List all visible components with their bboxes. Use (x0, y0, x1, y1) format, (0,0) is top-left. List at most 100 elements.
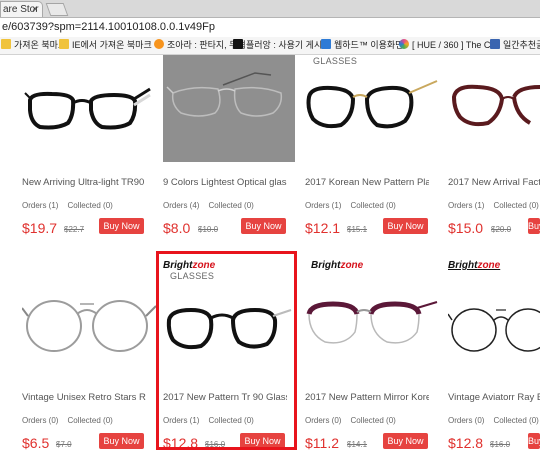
product-price: $11.2 (305, 435, 339, 451)
tab-strip: are Stor × (0, 0, 540, 18)
product-image[interactable] (21, 270, 158, 377)
product-stats: Orders (4) Collected (0) (163, 201, 254, 210)
orders-count: Orders (4) (163, 201, 200, 210)
bookmark-item[interactable]: 가져온 북마크 (1, 39, 66, 52)
collected-count: Collected (0) (493, 416, 539, 425)
bookmark-label: 웹하드™ 이용화면 (334, 40, 404, 50)
product-card[interactable]: 9 Colors Lightest Optical glasses Orders… (163, 55, 299, 250)
glasses-image (306, 301, 438, 344)
original-price: $15.1 (347, 225, 368, 234)
orders-count: Orders (1) (305, 201, 342, 210)
product-image[interactable] (22, 55, 158, 162)
buy-now-button[interactable]: Buy Now (528, 433, 540, 449)
chart-icon (321, 39, 331, 49)
product-price: $8.0 (163, 220, 191, 236)
docs-icon (490, 39, 500, 49)
original-price: $20.0 (491, 225, 512, 234)
product-price: $19.7 (22, 220, 58, 236)
product-title[interactable]: 9 Colors Lightest Optical glasses (163, 177, 287, 188)
url-text: e/603739?spm=2114.10010108.0.0.1v49Fp (2, 21, 215, 33)
joara-icon (154, 39, 164, 49)
product-price: $12.8 (448, 435, 484, 451)
buy-now-button[interactable]: Buy Now (241, 218, 286, 234)
orders-count: Orders (0) (305, 416, 342, 425)
bookmark-item[interactable]: IE에서 가져온 북마크 (59, 39, 152, 52)
product-image[interactable]: GLASSES (305, 55, 441, 162)
original-price: $7.0 (56, 440, 72, 449)
bookmark-item[interactable]: 일간추천글 - (490, 39, 540, 52)
orders-count: Orders (0) (22, 416, 59, 425)
product-card[interactable]: 2017 New Arrival Factory Orders (1) Colle… (448, 55, 540, 250)
bookmark-item[interactable]: 플러앙 : 사용기 게시 (233, 39, 322, 52)
product-grid: New Arriving Ultra-light TR90 New Orders… (0, 55, 540, 467)
brand-name-accent: zone (340, 260, 364, 271)
product-price: $6.5 (22, 435, 50, 451)
collected-count: Collected (0) (67, 201, 113, 210)
product-image[interactable]: Brightzone (305, 260, 441, 377)
color-wheel-icon (399, 39, 409, 49)
brand-name-accent: zone (477, 260, 501, 271)
glasses-image (21, 300, 157, 352)
product-card[interactable]: New Arriving Ultra-light TR90 New Orders… (22, 55, 158, 250)
product-title[interactable]: 2017 Korean New Pattern Plain G (305, 177, 429, 188)
collected-count: Collected (0) (350, 201, 396, 210)
bookmark-item[interactable]: 웹하드™ 이용화면 (321, 39, 403, 52)
glasses-image (451, 84, 540, 127)
product-title[interactable]: Vintage Unisex Retro Stars Round (22, 392, 146, 403)
product-image[interactable] (448, 55, 540, 162)
buy-now-button[interactable]: Buy Now (99, 218, 144, 234)
glasses-image (306, 80, 438, 129)
original-price: $16.0 (490, 440, 511, 449)
product-title[interactable]: New Arriving Ultra-light TR90 New (22, 177, 146, 188)
bookmark-item[interactable]: [ HUE / 360 ] The Col (399, 39, 497, 52)
bookmarks-bar: 가져온 북마크 IE에서 가져온 북마크 조아라 : 판타지, 무협 플러앙 :… (0, 37, 540, 55)
brand-logo: Brightzone (448, 260, 500, 271)
new-tab-button[interactable] (45, 3, 69, 16)
collected-count: Collected (0) (350, 416, 396, 425)
product-title[interactable]: 2017 New Pattern Mirror Korean (305, 392, 429, 403)
product-stats: Orders (1) Collected (0) (305, 201, 396, 210)
original-price: $14.1 (347, 440, 368, 449)
brand-logo: Brightzone (311, 260, 363, 271)
c-icon (233, 39, 243, 49)
orders-count: Orders (1) (22, 201, 59, 210)
buy-now-button[interactable]: Buy Now (528, 218, 540, 234)
bookmark-label: IE에서 가져온 북마크 (72, 40, 152, 50)
glasses-image (166, 72, 283, 117)
folder-icon (1, 39, 11, 49)
original-price: $10.0 (198, 225, 219, 234)
collected-count: Collected (0) (493, 201, 539, 210)
product-price: $12.1 (305, 220, 341, 236)
collected-count: Collected (0) (208, 201, 254, 210)
browser-tab[interactable]: are Stor × (0, 1, 43, 17)
buy-now-button[interactable]: Buy Now (383, 218, 428, 234)
orders-count: Orders (0) (448, 416, 485, 425)
buy-now-button[interactable]: Buy Now (383, 433, 428, 449)
product-card[interactable]: Brightzone Vintage Aviatorr Ray Bran Ord… (447, 260, 540, 465)
bookmark-label: [ HUE / 360 ] The Col (412, 40, 498, 50)
highlight-box (156, 251, 297, 450)
brand-name: Bright (311, 260, 341, 271)
bookmark-label: 플러앙 : 사용기 게시 (246, 40, 323, 50)
bookmark-label: 일간추천글 - (503, 40, 540, 50)
product-card[interactable]: Vintage Unisex Retro Stars Round Orders … (21, 270, 158, 465)
orders-count: Orders (1) (448, 201, 485, 210)
product-title[interactable]: 2017 New Arrival Factory (448, 177, 540, 188)
brand-name: Bright (448, 260, 478, 271)
product-stats: Orders (0) Collected (0) (448, 416, 539, 425)
product-image[interactable]: Brightzone (447, 260, 540, 377)
product-stats: Orders (0) Collected (0) (305, 416, 396, 425)
address-bar[interactable]: e/603739?spm=2114.10010108.0.0.1v49Fp (0, 18, 540, 38)
buy-now-button[interactable]: Buy Now (99, 433, 144, 449)
glasses-image (447, 308, 540, 352)
glasses-image (24, 87, 151, 130)
product-card[interactable]: Brightzone 2017 New Pattern Mirror Korea… (305, 260, 441, 465)
tab-close-icon[interactable]: × (32, 4, 38, 16)
product-image[interactable] (163, 55, 295, 162)
product-card[interactable]: GLASSES 2017 Korean New Pattern Plain G … (305, 55, 441, 250)
collected-count: Collected (0) (67, 416, 113, 425)
product-title[interactable]: Vintage Aviatorr Ray Bran (448, 392, 540, 403)
product-stats: Orders (0) Collected (0) (22, 416, 113, 425)
bookmark-item[interactable]: 조아라 : 판타지, 무협 (154, 39, 246, 52)
folder-icon (59, 39, 69, 49)
